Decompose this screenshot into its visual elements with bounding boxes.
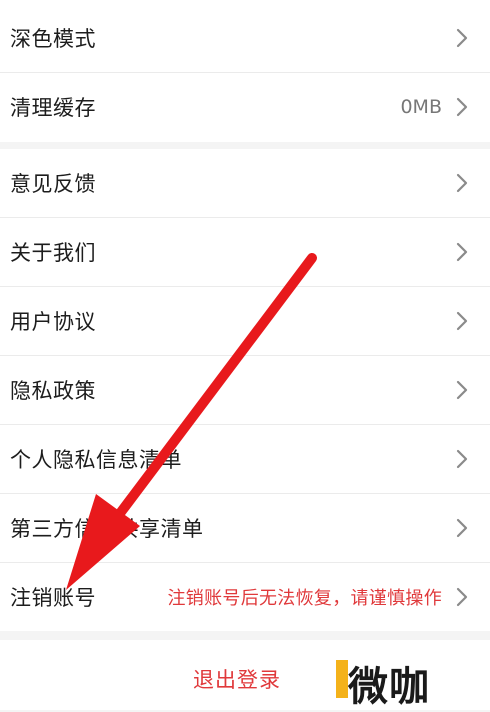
settings-item-label: 关于我们 [10,241,96,265]
chevron-right-icon [456,242,468,262]
settings-item-label: 个人隐私信息清单 [10,448,182,472]
watermark-text: 微咖 [348,664,430,710]
settings-item-privacy-policy[interactable]: 隐私政策 [0,356,490,424]
settings-item-clear-cache[interactable]: 清理缓存 0MB [0,73,490,141]
settings-item-dark-mode[interactable]: 深色模式 [0,4,490,72]
settings-item-label: 清理缓存 [10,96,96,120]
settings-item-label: 隐私政策 [10,379,96,403]
chevron-right-icon [456,173,468,193]
settings-item-about-us[interactable]: 关于我们 [0,218,490,286]
chevron-right-icon [456,587,468,607]
chevron-right-icon [456,380,468,400]
settings-item-label: 意见反馈 [10,172,96,196]
settings-item-label: 注销账号 [10,586,96,610]
settings-item-third-party-sharing[interactable]: 第三方信息共享清单 [0,494,490,562]
settings-group-display: 深色模式 清理缓存 0MB [0,0,490,142]
settings-item-delete-account[interactable]: 注销账号 注销账号后无法恢复，请谨慎操作 [0,563,490,631]
chevron-right-icon [456,518,468,538]
settings-item-personal-info-list[interactable]: 个人隐私信息清单 [0,425,490,493]
settings-group-about: 意见反馈 关于我们 用户协议 隐私政策 个人隐私信息清单 第三方信息共享清单 注… [0,149,490,631]
chevron-right-icon [456,28,468,48]
settings-item-label: 用户协议 [10,310,96,334]
logout-label: 退出登录 [193,668,281,692]
watermark-logo: 微咖 [336,652,456,710]
chevron-right-icon [456,311,468,331]
settings-item-feedback[interactable]: 意见反馈 [0,149,490,217]
settings-item-user-agreement[interactable]: 用户协议 [0,287,490,355]
settings-item-label: 深色模式 [10,27,96,51]
chevron-right-icon [456,97,468,117]
chevron-right-icon [456,449,468,469]
cache-size-value: 0MB [400,96,442,118]
delete-account-warning: 注销账号后无法恢复，请谨慎操作 [167,588,442,609]
watermark-accent-bar [336,660,348,698]
settings-item-label: 第三方信息共享清单 [10,517,204,541]
